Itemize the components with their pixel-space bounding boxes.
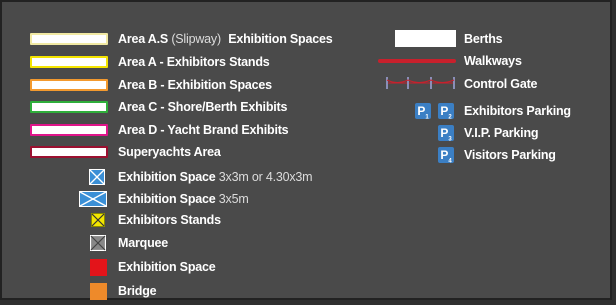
superyachts-label: Superyachts Area	[118, 145, 221, 159]
control-gate-icon	[386, 77, 455, 89]
yellow-square-cross-icon	[91, 213, 105, 227]
area-c-label: Area C - Shore/Berth Exhibits	[118, 100, 288, 114]
blue-square-cross-icon	[89, 169, 105, 185]
area-as-label: Area A.S (Slipway) Exhibition Spaces	[118, 32, 333, 46]
marquee-label: Marquee	[118, 236, 169, 250]
parking-p1-icon: P1	[415, 103, 431, 120]
area-b-label: Area B - Exhibition Spaces	[118, 78, 272, 92]
control-gate-label: Control Gate	[464, 77, 538, 91]
berths-label: Berths	[464, 32, 503, 46]
exhibition-space-3x5-label: Exhibition Space 3x5m	[118, 192, 249, 206]
exhibition-space-3x3-label: Exhibition Space 3x3m or 4.30x3m	[118, 170, 313, 184]
superyachts-swatch	[30, 146, 108, 158]
orange-square-icon	[90, 283, 107, 300]
parking-p2-icon: P2	[438, 103, 454, 120]
area-a-swatch	[30, 56, 108, 68]
exhibition-space-red-label: Exhibition Space	[118, 260, 216, 274]
area-d-label: Area D - Yacht Brand Exhibits	[118, 123, 289, 137]
parking-p4-icon: P4	[438, 147, 454, 164]
bridge-label: Bridge	[118, 284, 157, 298]
map-legend: Area A.S (Slipway) Exhibition Spaces Are…	[0, 0, 612, 300]
exhibitors-stands-label: Exhibitors Stands	[118, 213, 221, 227]
parking-p3-icon: P3	[438, 125, 454, 142]
area-a-label: Area A - Exhibitors Stands	[118, 55, 270, 69]
walkways-label: Walkways	[464, 54, 522, 68]
exhibitors-parking-label: Exhibitors Parking	[464, 104, 571, 118]
walkway-line	[378, 59, 456, 63]
berths-swatch	[395, 30, 456, 47]
area-d-swatch	[30, 124, 108, 136]
area-as-swatch	[30, 33, 108, 45]
vip-parking-label: V.I.P. Parking	[464, 126, 539, 140]
red-square-icon	[90, 259, 107, 276]
grey-marquee-icon	[90, 235, 106, 251]
area-b-swatch	[30, 79, 108, 91]
blue-rect-cross-icon	[79, 191, 107, 207]
visitors-parking-label: Visitors Parking	[464, 148, 556, 162]
area-c-swatch	[30, 101, 108, 113]
